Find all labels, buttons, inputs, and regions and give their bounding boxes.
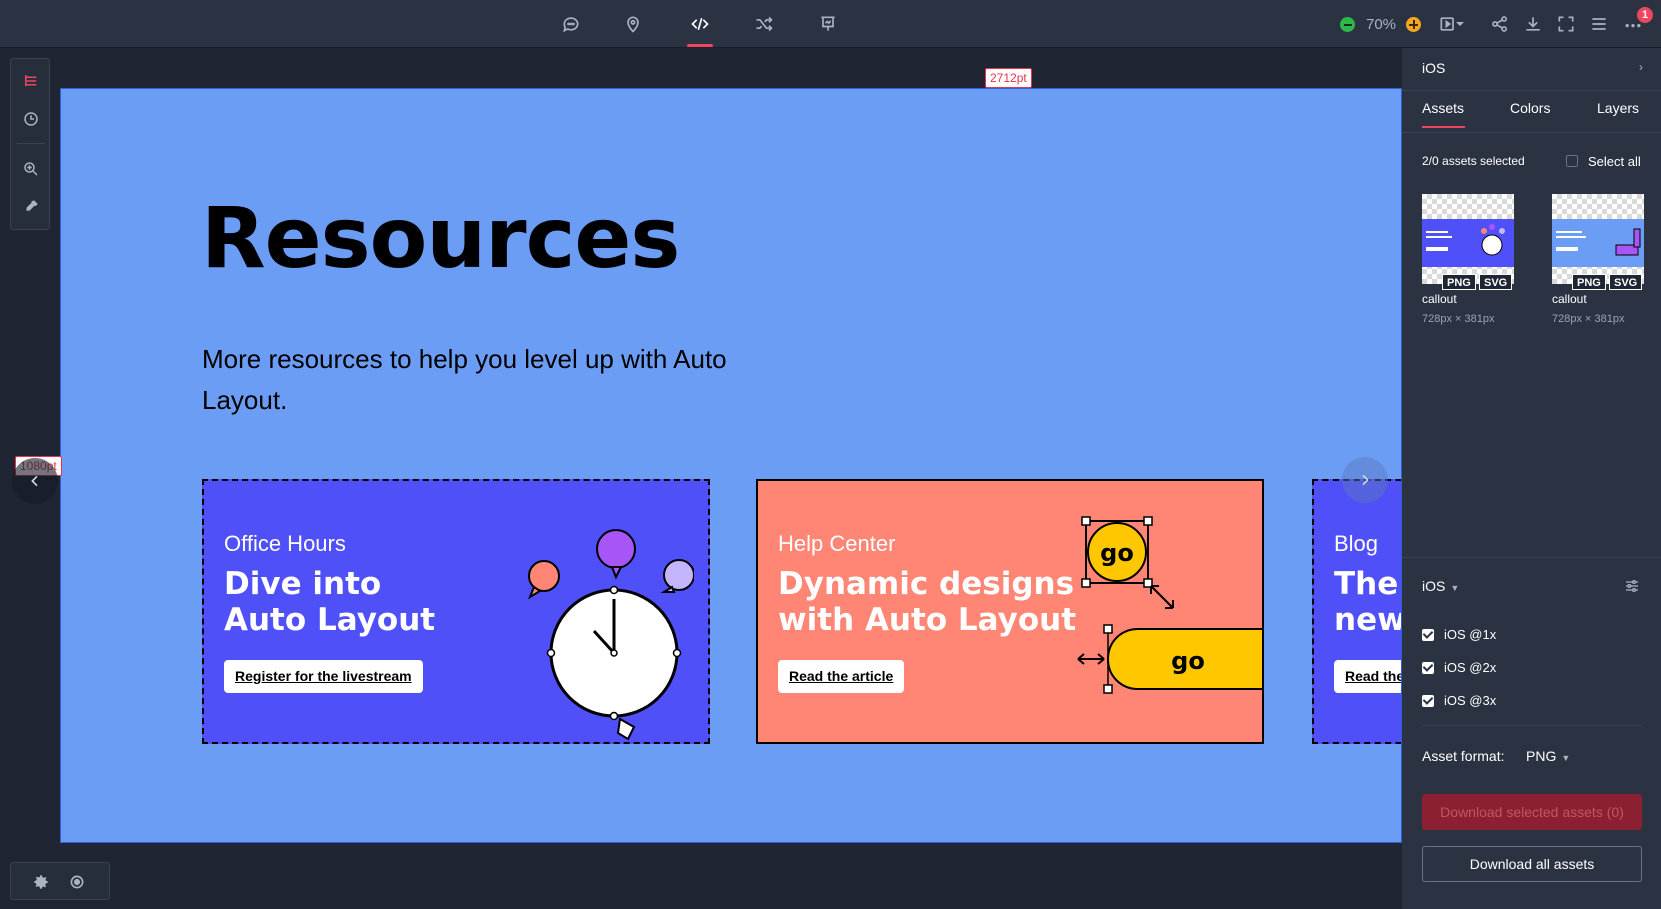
card-title-line: Auto Layout — [224, 602, 436, 638]
asset-dimensions: 728px × 381px — [1552, 313, 1625, 325]
asset-name: callout — [1422, 292, 1457, 306]
scale-label: iOS @2x — [1444, 660, 1497, 675]
previous-arrow-button[interactable] — [12, 458, 58, 504]
zoom-out-button[interactable] — [1340, 17, 1355, 32]
register-livestream-button[interactable]: Register for the livestream — [224, 660, 423, 693]
chevron-down-icon[interactable] — [1452, 8, 1468, 40]
export-platform-value: iOS — [1422, 578, 1446, 594]
zoom-in-button[interactable] — [1406, 17, 1421, 32]
download-icon[interactable] — [1517, 8, 1549, 40]
card-eyebrow: Help Center — [778, 531, 896, 556]
select-all-checkbox[interactable] — [1566, 155, 1578, 167]
page-title[interactable]: Resources — [201, 189, 680, 287]
zoom-level: 70% — [1366, 16, 1397, 33]
code-icon[interactable] — [684, 8, 716, 40]
sliders-icon[interactable] — [1624, 578, 1640, 594]
platform-title[interactable]: iOS — [1422, 60, 1445, 76]
chevron-down-icon: ▼ — [1450, 583, 1460, 593]
tab-assets[interactable]: Assets — [1422, 100, 1464, 116]
asset-format-value: PNG — [1526, 748, 1557, 764]
asset-thumbnail[interactable]: PNG SVG — [1552, 194, 1644, 290]
card-title-line: Dynamic designs — [778, 566, 1075, 602]
export-platform-select[interactable]: iOS ▼ — [1422, 578, 1459, 594]
width-measurement: 2712pt — [985, 68, 1032, 88]
card-title-line: Dive into — [224, 566, 382, 602]
share-icon[interactable] — [1484, 8, 1516, 40]
svg-format-badge[interactable]: SVG — [1609, 274, 1643, 290]
card-eyebrow: Blog — [1334, 531, 1379, 556]
location-pin-icon[interactable] — [617, 8, 649, 40]
asset-preview-office-hours — [1422, 219, 1514, 267]
next-arrow-button[interactable] — [1342, 457, 1388, 503]
inspect-panel: iOS › Assets Colors Layers 2/0 assets se… — [1402, 48, 1661, 909]
asset-thumbnail[interactable]: PNG SVG — [1422, 194, 1514, 290]
asset-format-select[interactable]: PNG ▼ — [1526, 748, 1570, 764]
comment-icon[interactable] — [555, 8, 587, 40]
divider — [1402, 557, 1661, 558]
select-all-label[interactable]: Select all — [1588, 154, 1641, 169]
card-eyebrow: Office Hours — [224, 531, 346, 556]
checkbox-checked[interactable] — [1422, 662, 1434, 674]
scale-label: iOS @3x — [1444, 693, 1497, 708]
chevron-right-icon[interactable]: › — [1639, 60, 1643, 74]
zoom-icon[interactable] — [19, 157, 43, 181]
card-title: Dynamic designs with Auto Layout — [778, 566, 1076, 638]
download-all-button[interactable]: Download all assets — [1422, 846, 1642, 882]
download-selected-button[interactable]: Download selected assets (0) — [1422, 794, 1642, 830]
card-title: The new — [1334, 566, 1402, 638]
scale-option-2x[interactable]: iOS @2x — [1422, 660, 1496, 675]
left-toolbox — [10, 58, 50, 230]
notification-badge: 1 — [1637, 7, 1653, 23]
go-label: go — [1100, 539, 1134, 567]
read-blog-button[interactable]: Read the — [1334, 660, 1401, 693]
eyedropper-icon[interactable] — [19, 195, 43, 219]
checkbox-checked[interactable] — [1422, 695, 1434, 707]
resource-card-help-center[interactable]: Help Center Dynamic designs with Auto La… — [756, 479, 1264, 744]
resource-card-office-hours[interactable]: Office Hours Dive into Auto Layout Regis… — [202, 479, 710, 744]
scale-option-3x[interactable]: iOS @3x — [1422, 693, 1496, 708]
history-icon[interactable] — [19, 107, 43, 131]
design-frame[interactable]: Resources More resources to help you lev… — [60, 88, 1402, 843]
menu-icon[interactable] — [1583, 8, 1615, 40]
divider — [17, 143, 45, 144]
card-title-line: The — [1334, 566, 1399, 602]
asset-preview-blog — [1552, 219, 1644, 267]
divider — [1402, 132, 1661, 133]
go-label: go — [1171, 647, 1205, 675]
png-format-badge[interactable]: PNG — [1572, 274, 1606, 290]
layers-tree-icon[interactable] — [19, 69, 43, 93]
divider — [1402, 90, 1661, 91]
png-format-badge[interactable]: PNG — [1442, 274, 1476, 290]
bottom-toolbox — [10, 862, 110, 900]
eye-icon[interactable] — [67, 872, 87, 892]
assets-selected-count: 2/0 assets selected — [1422, 154, 1525, 168]
settings-gear-icon[interactable] — [31, 872, 51, 892]
top-toolbar: 70% 1 — [0, 0, 1661, 48]
clock-illustration — [527, 529, 694, 741]
page-subtitle[interactable]: More resources to help you level up with… — [202, 339, 742, 421]
scale-option-1x[interactable]: iOS @1x — [1422, 627, 1496, 642]
resource-card-blog[interactable]: Blog The new Read the — [1312, 479, 1402, 744]
card-title: Dive into Auto Layout — [224, 566, 435, 638]
active-tab-indicator — [1422, 126, 1465, 128]
asset-name: callout — [1552, 292, 1587, 306]
active-tab-indicator — [687, 44, 713, 47]
tab-colors[interactable]: Colors — [1510, 100, 1550, 116]
read-article-button[interactable]: Read the article — [778, 660, 905, 693]
scale-label: iOS @1x — [1444, 627, 1497, 642]
checkbox-checked[interactable] — [1422, 629, 1434, 641]
chevron-down-icon: ▼ — [1561, 753, 1571, 763]
presentation-icon[interactable] — [812, 8, 844, 40]
go-buttons-illustration: go go — [1077, 516, 1262, 694]
card-title-line: new — [1334, 602, 1402, 638]
divider — [1422, 725, 1642, 726]
asset-format-label: Asset format: — [1422, 748, 1505, 764]
card-title-line: with Auto Layout — [778, 602, 1077, 638]
fullscreen-icon[interactable] — [1550, 8, 1582, 40]
tab-layers[interactable]: Layers — [1597, 100, 1639, 116]
svg-format-badge[interactable]: SVG — [1479, 274, 1513, 290]
asset-dimensions: 728px × 381px — [1422, 313, 1495, 325]
shuffle-icon[interactable] — [748, 8, 780, 40]
